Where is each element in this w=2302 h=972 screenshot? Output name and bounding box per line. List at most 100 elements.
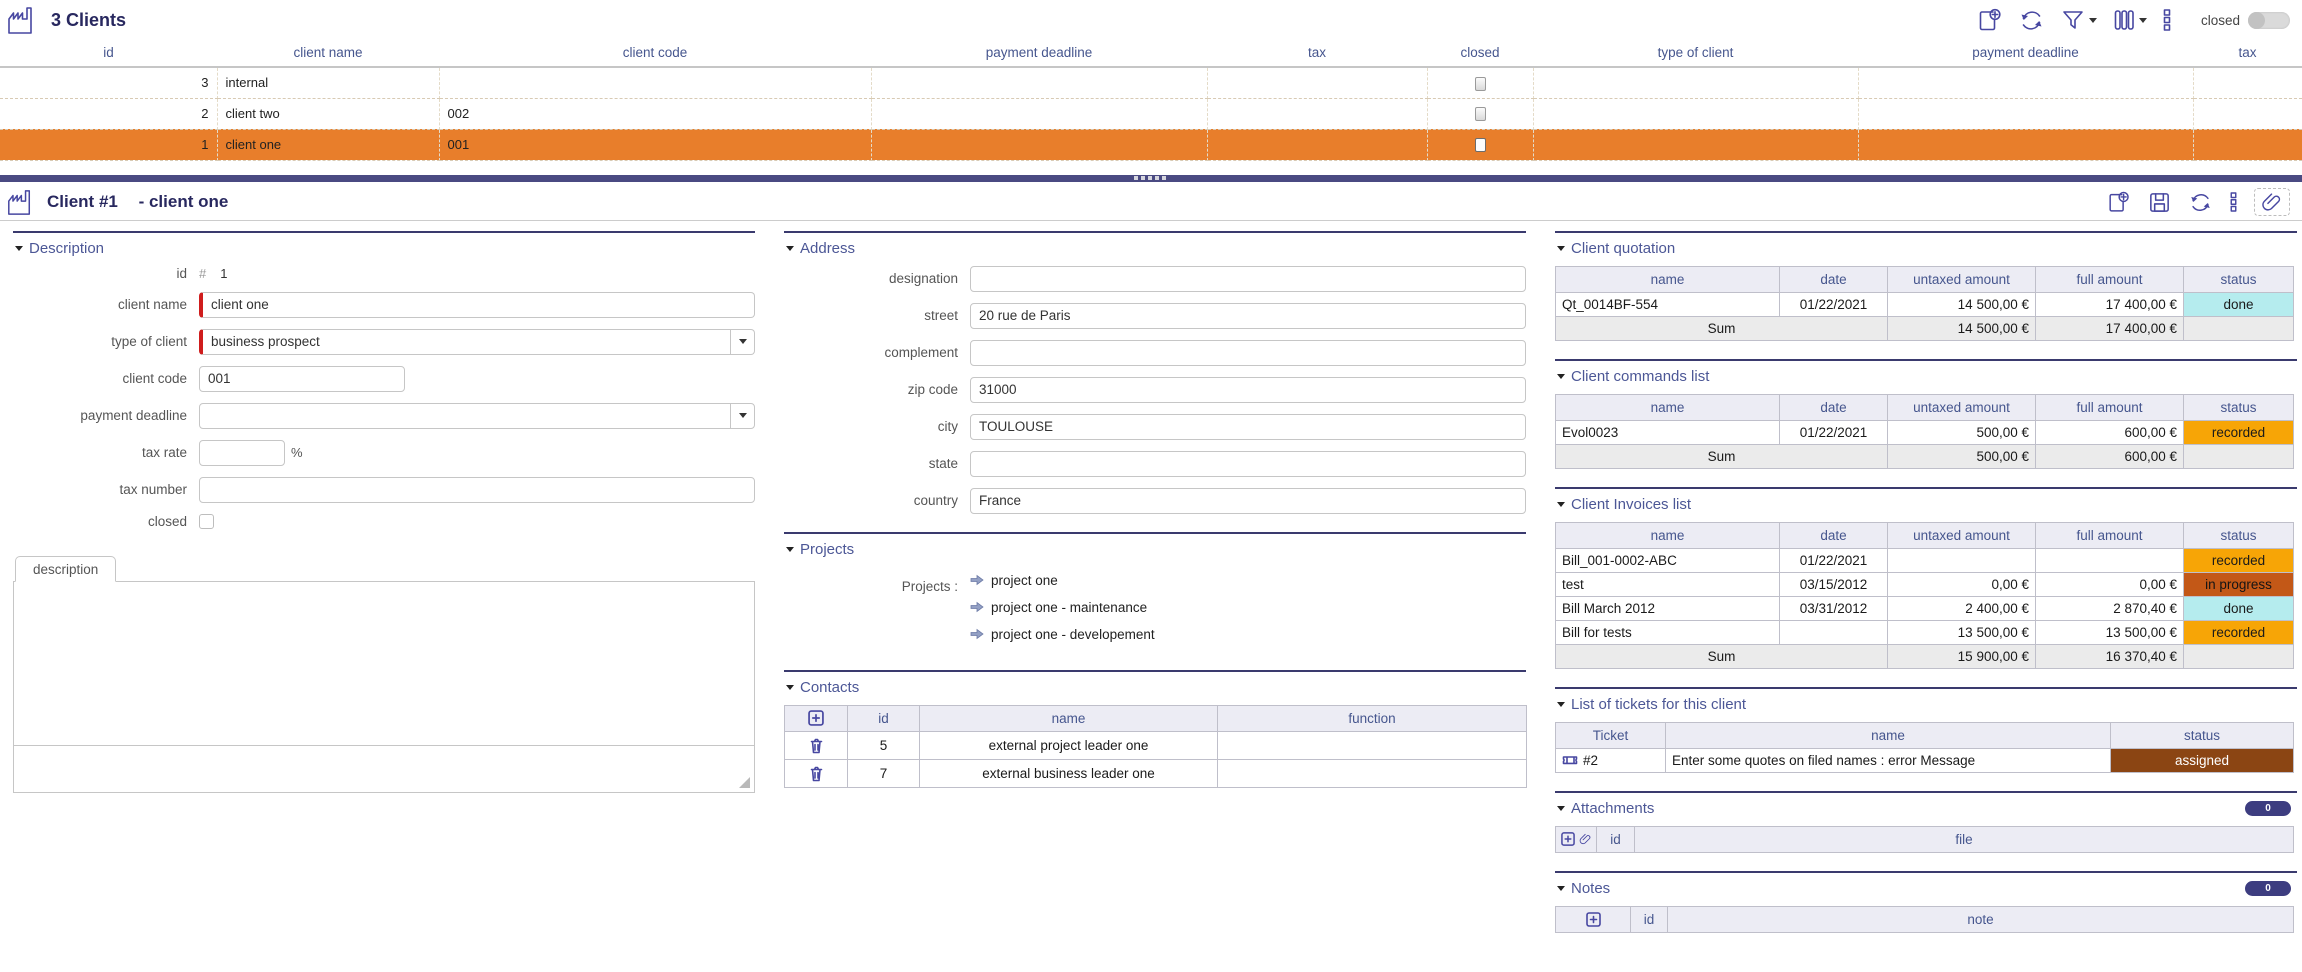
section-attachments-header[interactable]: Attachments 0 [1555,793,2297,826]
col-header-status[interactable]: status [2184,394,2294,420]
country-field[interactable]: France [970,488,1526,514]
col-header-payment-deadline[interactable]: payment deadline [871,40,1207,67]
section-tickets-header[interactable]: List of tickets for this client [1555,689,2297,722]
section-notes-header[interactable]: Notes 0 [1555,873,2297,906]
col-header-untaxed-amount[interactable]: untaxed amount [1888,522,2036,548]
project-link[interactable]: project one - developement [970,621,1155,648]
designation-field[interactable] [970,266,1526,292]
tax-number-field[interactable] [199,477,755,503]
col-header-date[interactable]: date [1780,266,1888,292]
col-header-name[interactable]: name [1666,722,2111,748]
col-header-name[interactable]: name [1556,394,1780,420]
section-description-header[interactable]: Description [13,233,755,266]
col-header-status[interactable]: status [2111,722,2294,748]
list-header: 3 Clients closed [0,0,2302,40]
closed-checkbox[interactable] [199,514,214,529]
complement-field[interactable] [970,340,1526,366]
col-header-full-amount[interactable]: full amount [2036,266,2184,292]
zip-code-field[interactable]: 31000 [970,377,1526,403]
col-header-name[interactable]: name [1556,522,1780,548]
dropdown-button[interactable] [730,404,754,428]
invoice-row[interactable]: test 03/15/2012 0,00 € 0,00 € in progres… [1556,572,2294,596]
save-button[interactable] [2147,190,2172,215]
state-field[interactable] [970,451,1526,477]
col-header-date[interactable]: date [1780,394,1888,420]
col-header-id[interactable]: id [1597,826,1635,852]
col-header-untaxed-amount[interactable]: untaxed amount [1888,394,2036,420]
more-options-kebab-icon[interactable] [2162,7,2172,33]
refresh-icon[interactable] [2018,7,2045,34]
section-commands-header[interactable]: Client commands list [1555,361,2297,394]
col-header-client-code[interactable]: client code [439,40,871,67]
description-textarea[interactable] [14,582,754,746]
attachment-button[interactable] [2254,188,2290,216]
closed-checkbox[interactable] [1475,138,1486,152]
col-header-untaxed-amount[interactable]: untaxed amount [1888,266,2036,292]
client-code-field[interactable]: 001 [199,366,405,392]
add-icon[interactable] [808,710,824,726]
col-header-status[interactable]: status [2184,522,2294,548]
col-header-payment-deadline-2[interactable]: payment deadline [1858,40,2193,67]
more-options-kebab-icon[interactable] [2229,190,2238,214]
col-header-name[interactable]: name [1556,266,1780,292]
col-header-tax[interactable]: tax [1207,40,1427,67]
table-row-client-internal[interactable]: 3 internal [0,67,2302,98]
table-row-client-one-selected[interactable]: 1 client one 001 [0,129,2302,160]
delete-trash-icon[interactable] [809,765,824,782]
city-field[interactable]: TOULOUSE [970,414,1526,440]
project-link[interactable]: project one - maintenance [970,594,1155,621]
contact-row[interactable]: 5 external project leader one [785,731,1527,759]
tax-rate-field[interactable] [199,440,285,466]
section-contacts-header[interactable]: Contacts [784,672,1526,705]
closed-toggle-switch[interactable] [2248,12,2290,29]
invoice-row[interactable]: Bill_001-0002-ABC 01/22/2021 recorded [1556,548,2294,572]
add-icon[interactable] [1586,912,1601,927]
col-header-full-amount[interactable]: full amount [2036,394,2184,420]
section-quotation-header[interactable]: Client quotation [1555,233,2297,266]
closed-checkbox[interactable] [1475,77,1486,91]
section-invoices-header[interactable]: Client Invoices list [1555,489,2297,522]
col-header-name[interactable]: name [920,705,1218,731]
contact-row[interactable]: 7 external business leader one [785,759,1527,787]
col-header-type-of-client[interactable]: type of client [1533,40,1858,67]
section-projects-header[interactable]: Projects [784,534,1526,567]
columns-button[interactable] [2112,7,2147,33]
filter-button[interactable] [2060,7,2097,33]
col-header-tax-2[interactable]: tax [2193,40,2302,67]
col-header-full-amount[interactable]: full amount [2036,522,2184,548]
col-header-ticket[interactable]: Ticket [1556,722,1666,748]
ticket-row[interactable]: #2 Enter some quotes on filed names : er… [1556,748,2294,772]
tab-description[interactable]: description [15,556,116,582]
dropdown-button[interactable] [730,330,754,354]
command-row[interactable]: Evol0023 01/22/2021 500,00 € 600,00 € re… [1556,420,2294,444]
section-address-header[interactable]: Address [784,233,1526,266]
col-header-function[interactable]: function [1218,705,1527,731]
add-icon[interactable] [1561,832,1575,846]
type-of-client-select[interactable]: business prospect [199,329,755,355]
closed-checkbox[interactable] [1475,107,1486,121]
payment-deadline-select[interactable] [199,403,755,429]
col-header-note[interactable]: note [1668,906,2294,932]
invoice-row[interactable]: Bill March 2012 03/31/2012 2 400,00 € 2 … [1556,596,2294,620]
col-header-file[interactable]: file [1635,826,2294,852]
invoice-row[interactable]: Bill for tests 13 500,00 € 13 500,00 € r… [1556,620,2294,644]
col-header-date[interactable]: date [1780,522,1888,548]
table-row-client-two[interactable]: 2 client two 002 [0,98,2302,129]
col-header-id[interactable]: id [1631,906,1668,932]
paperclip-icon[interactable] [1579,832,1592,846]
col-header-id[interactable]: id [0,40,217,67]
delete-trash-icon[interactable] [809,737,824,754]
quotation-row[interactable]: Qt_0014BF-554 01/22/2021 14 500,00 € 17 … [1556,292,2294,316]
project-link[interactable]: project one [970,567,1155,594]
pane-splitter-handle[interactable] [0,175,2302,182]
street-field[interactable]: 20 rue de Paris [970,303,1526,329]
col-header-status[interactable]: status [2184,266,2294,292]
new-record-button[interactable] [1976,7,2003,34]
new-record-button[interactable] [2106,190,2131,215]
refresh-icon[interactable] [2188,190,2213,215]
client-name-field[interactable]: client one [199,292,755,318]
col-header-id[interactable]: id [848,705,920,731]
resize-grip-icon[interactable] [739,777,750,788]
col-header-client-name[interactable]: client name [217,40,439,67]
col-header-closed[interactable]: closed [1427,40,1533,67]
